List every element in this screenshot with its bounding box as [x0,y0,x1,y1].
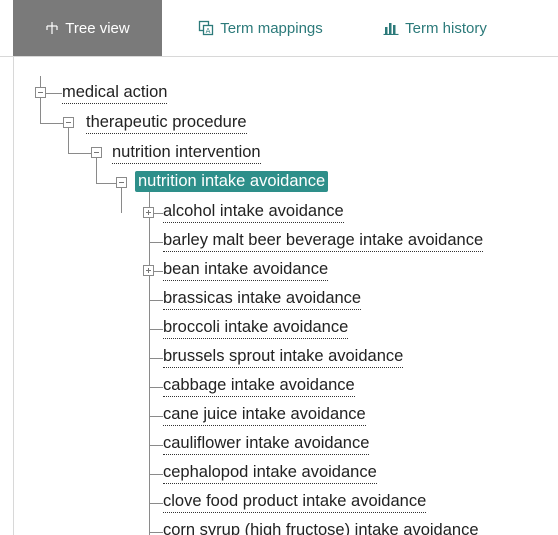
tree-connector [40,123,64,124]
tree-node-child[interactable]: brassicas intake avoidance [163,288,362,310]
tree-connector [149,300,163,301]
tab-label: Tree view [65,19,130,37]
tree-connector [40,76,41,87]
tree-connector [121,188,122,213]
collapse-toggle-icon[interactable] [35,87,46,98]
tree-connector [149,242,163,243]
tab-term-mappings[interactable]: A Term mappings [178,0,343,56]
collapse-toggle-icon[interactable] [116,177,127,188]
mapping-icon: A [198,20,214,36]
collapse-toggle-icon[interactable] [91,147,102,158]
tree-node-child[interactable]: broccoli intake avoidance [163,317,349,339]
tree-icon [45,21,59,35]
tree-node-medical-action[interactable]: medical action [62,82,168,104]
tree-node-nutrition-intervention[interactable]: nutrition intervention [112,142,261,164]
expand-toggle-icon[interactable] [143,207,154,218]
svg-text:A: A [206,27,211,35]
tree-node-child[interactable]: cauliflower intake avoidance [163,433,370,455]
tree-node-child[interactable]: brussels sprout intake avoidance [163,346,404,368]
tree-connector [96,183,117,184]
tree-connector [149,329,163,330]
tab-term-history[interactable]: Term history [356,0,514,56]
tree-connector [68,128,69,153]
tree-connector [149,532,163,533]
tree-connector [68,153,91,154]
tree-node-child[interactable]: bean intake avoidance [163,259,329,281]
tree-node-child[interactable]: cephalopod intake avoidance [163,462,377,484]
tree-node-child[interactable]: alcohol intake avoidance [163,201,344,223]
tree-node-child[interactable]: cabbage intake avoidance [163,375,355,397]
expand-toggle-icon[interactable] [143,265,154,276]
tree-node-child[interactable]: cane juice intake avoidance [163,404,366,426]
history-chart-icon [383,21,399,35]
tree-view: medical action therapeutic procedure nut… [0,56,558,535]
tree-connector [149,358,163,359]
tree-node-selected[interactable]: nutrition intake avoidance [135,171,329,192]
tree-connector [149,445,163,446]
collapse-toggle-icon[interactable] [63,117,74,128]
tree-connector [149,416,163,417]
tab-label: Term history [405,19,487,37]
tree-node-child[interactable]: corn syrup (high fructose) intake avoida… [163,520,479,535]
tree-connector [149,474,163,475]
tab-tree-view[interactable]: Tree view [13,0,162,56]
tree-connector [149,387,163,388]
tab-bar: Tree view A Term mappings Term history [0,0,558,57]
tree-connector [149,189,150,535]
tree-connector [40,98,41,123]
tree-node-child[interactable]: barley malt beer beverage intake avoidan… [163,230,484,252]
tab-label: Term mappings [220,19,323,37]
tree-connector [96,158,97,183]
tree-node-therapeutic-procedure[interactable]: therapeutic procedure [86,112,247,134]
tree-connector [149,503,163,504]
tree-node-child[interactable]: clove food product intake avoidance [163,491,427,513]
